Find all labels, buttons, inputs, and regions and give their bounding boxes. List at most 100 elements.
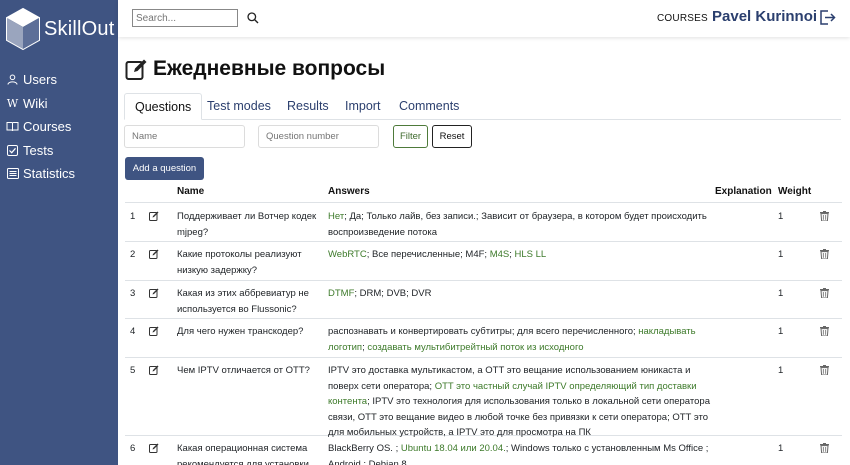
question-weight: 1 — [778, 443, 784, 454]
correct-answer: Нет — [328, 211, 345, 222]
correct-answer: HLS LL — [514, 249, 547, 260]
answer-text: ; Да; Только лайв, без записи.; Зависит … — [328, 211, 707, 238]
answer-text: ; IPTV это технология для использования … — [328, 396, 710, 438]
question-weight: 1 — [778, 288, 784, 299]
row-number: 4 — [130, 326, 136, 337]
sidebar-item-label: Users — [23, 72, 57, 88]
tab-results[interactable]: Results — [287, 93, 329, 120]
trash-icon[interactable] — [820, 443, 829, 454]
question-weight: 1 — [778, 249, 784, 260]
sidebar-item-label: Tests — [23, 142, 54, 158]
tab-comments[interactable]: Comments — [399, 93, 459, 120]
top-header: COURSES Pavel Kurinnoi — [118, 0, 850, 37]
filter-button[interactable]: Filter — [393, 125, 428, 148]
sidebar-item-label: Courses — [23, 119, 72, 135]
table-row: 1 Поддерживает ли Вотчер кодек mjpeg? Нет;… — [125, 204, 842, 242]
user-name[interactable]: Pavel Kurinnoi — [712, 8, 817, 25]
edit-icon[interactable] — [149, 211, 159, 221]
correct-answer: Ubuntu 18.04 или 20.04. — [400, 443, 506, 454]
table-header: Name Answers Explanation Weight — [125, 181, 842, 203]
edit-icon — [125, 59, 147, 80]
question-answers: WebRTC; Все перечисленные; M4F; M4S; HLS… — [328, 247, 713, 263]
question-name: Чем IPTV отличается от OTT? — [177, 365, 310, 376]
table-row: 6 Какая операционная система рекомендуетс… — [125, 436, 842, 465]
user-icon — [6, 73, 19, 86]
correct-answer: WebRTC — [328, 249, 367, 260]
question-answers: распознавать и конвертировать субтитры; … — [328, 324, 713, 355]
trash-icon[interactable] — [820, 211, 829, 222]
table-row: 3 Какая из этих аббревиатур не использует… — [125, 281, 842, 319]
table-row: 5 Чем IPTV отличается от OTT? IPTV это дос… — [125, 358, 842, 438]
reset-button[interactable]: Reset — [432, 125, 472, 148]
question-answers: BlackBerry OS. ; Ubuntu 18.04 или 20.04.… — [328, 441, 713, 465]
row-number: 3 — [130, 288, 136, 299]
search-icon[interactable] — [246, 11, 260, 25]
trash-icon[interactable] — [820, 365, 829, 376]
logo[interactable]: SkillOut — [0, 0, 118, 58]
wiki-icon: W — [6, 96, 19, 110]
table-row: 2 Какие протоколы реализуют низкую задерж… — [125, 242, 842, 281]
sidebar-item-courses[interactable]: Courses — [0, 115, 118, 139]
question-weight: 1 — [778, 365, 784, 376]
search-input[interactable] — [132, 9, 238, 27]
edit-icon[interactable] — [149, 326, 159, 336]
question-name: Для чего нужен транскодер? — [177, 326, 304, 337]
question-answers: DTMF; DRM; DVB; DVR — [328, 286, 713, 302]
tab-test-modes[interactable]: Test modes — [207, 93, 271, 120]
tab-questions[interactable]: Questions — [124, 93, 203, 120]
question-name: Какие протоколы реализуют низкую задержк… — [177, 249, 302, 276]
page-title-text: Ежедневные вопросы — [153, 57, 386, 80]
question-name: Какая операционная система рекомендуется… — [177, 443, 309, 465]
table-row: 4 Для чего нужен транскодер? распознавать … — [125, 319, 842, 358]
add-question-button[interactable]: Add a question — [125, 157, 204, 180]
page-title: Ежедневные вопросы — [125, 57, 385, 81]
sidebar-item-tests[interactable]: Tests — [0, 139, 118, 163]
column-header-weight: Weight — [778, 186, 812, 197]
column-header-name: Name — [177, 186, 205, 197]
column-header-explanation: Explanation — [715, 186, 772, 197]
correct-answer: M4S — [489, 249, 510, 260]
trash-icon[interactable] — [820, 326, 829, 337]
question-weight: 1 — [778, 211, 784, 222]
trash-icon[interactable] — [820, 249, 829, 260]
edit-icon[interactable] — [149, 249, 159, 259]
sidebar-item-users[interactable]: Users — [0, 68, 118, 92]
brand-name: SkillOut — [44, 17, 115, 40]
question-number-input[interactable] — [258, 125, 379, 148]
question-answers: IPTV это доставка мультикастом, а OTT эт… — [328, 363, 713, 441]
sidebar: SkillOut Users W Wiki Courses Tests Stat… — [0, 0, 118, 465]
trash-icon[interactable] — [820, 288, 829, 299]
edit-icon[interactable] — [149, 365, 159, 375]
answer-text: распознавать и конвертировать субтитры; … — [328, 326, 639, 337]
question-answers: Нет; Да; Только лайв, без записи.; Завис… — [328, 209, 713, 240]
checkbox-icon — [6, 144, 19, 157]
edit-icon[interactable] — [149, 443, 159, 453]
sidebar-item-label: Statistics — [23, 166, 76, 182]
answer-text: ; Все перечисленные; M4F; — [366, 249, 490, 260]
sidebar-item-label: Wiki — [23, 95, 48, 111]
name-filter-input[interactable] — [124, 125, 245, 148]
sidebar-item-statistics[interactable]: Statistics — [0, 162, 118, 186]
correct-answer: DTMF — [328, 288, 355, 299]
answer-text: ; DRM; DVB; DVR — [354, 288, 432, 299]
column-header-answers: Answers — [328, 186, 370, 197]
logout-icon[interactable] — [819, 9, 836, 26]
tab-import[interactable]: Import — [345, 93, 380, 120]
book-icon — [6, 120, 19, 133]
row-number: 6 — [130, 443, 136, 454]
cube-logo-icon — [6, 7, 40, 51]
list-icon — [6, 167, 19, 180]
question-name: Поддерживает ли Вотчер кодек mjpeg? — [177, 211, 317, 238]
question-name: Какая из этих аббревиатур не используетс… — [177, 288, 309, 315]
edit-icon[interactable] — [149, 288, 159, 298]
answer-text: BlackBerry OS. ; — [328, 443, 401, 454]
sidebar-nav: Users W Wiki Courses Tests Statistics — [0, 68, 118, 186]
row-number: 1 — [130, 211, 136, 222]
tab-bar: Questions Test modes Results Import Comm… — [124, 93, 841, 120]
row-number: 5 — [130, 365, 136, 376]
row-number: 2 — [130, 249, 136, 260]
courses-link[interactable]: COURSES — [657, 13, 708, 24]
correct-answer: создавать мультибитрейтный поток из исхо… — [367, 341, 584, 353]
question-weight: 1 — [778, 326, 784, 337]
sidebar-item-wiki[interactable]: W Wiki — [0, 92, 118, 116]
